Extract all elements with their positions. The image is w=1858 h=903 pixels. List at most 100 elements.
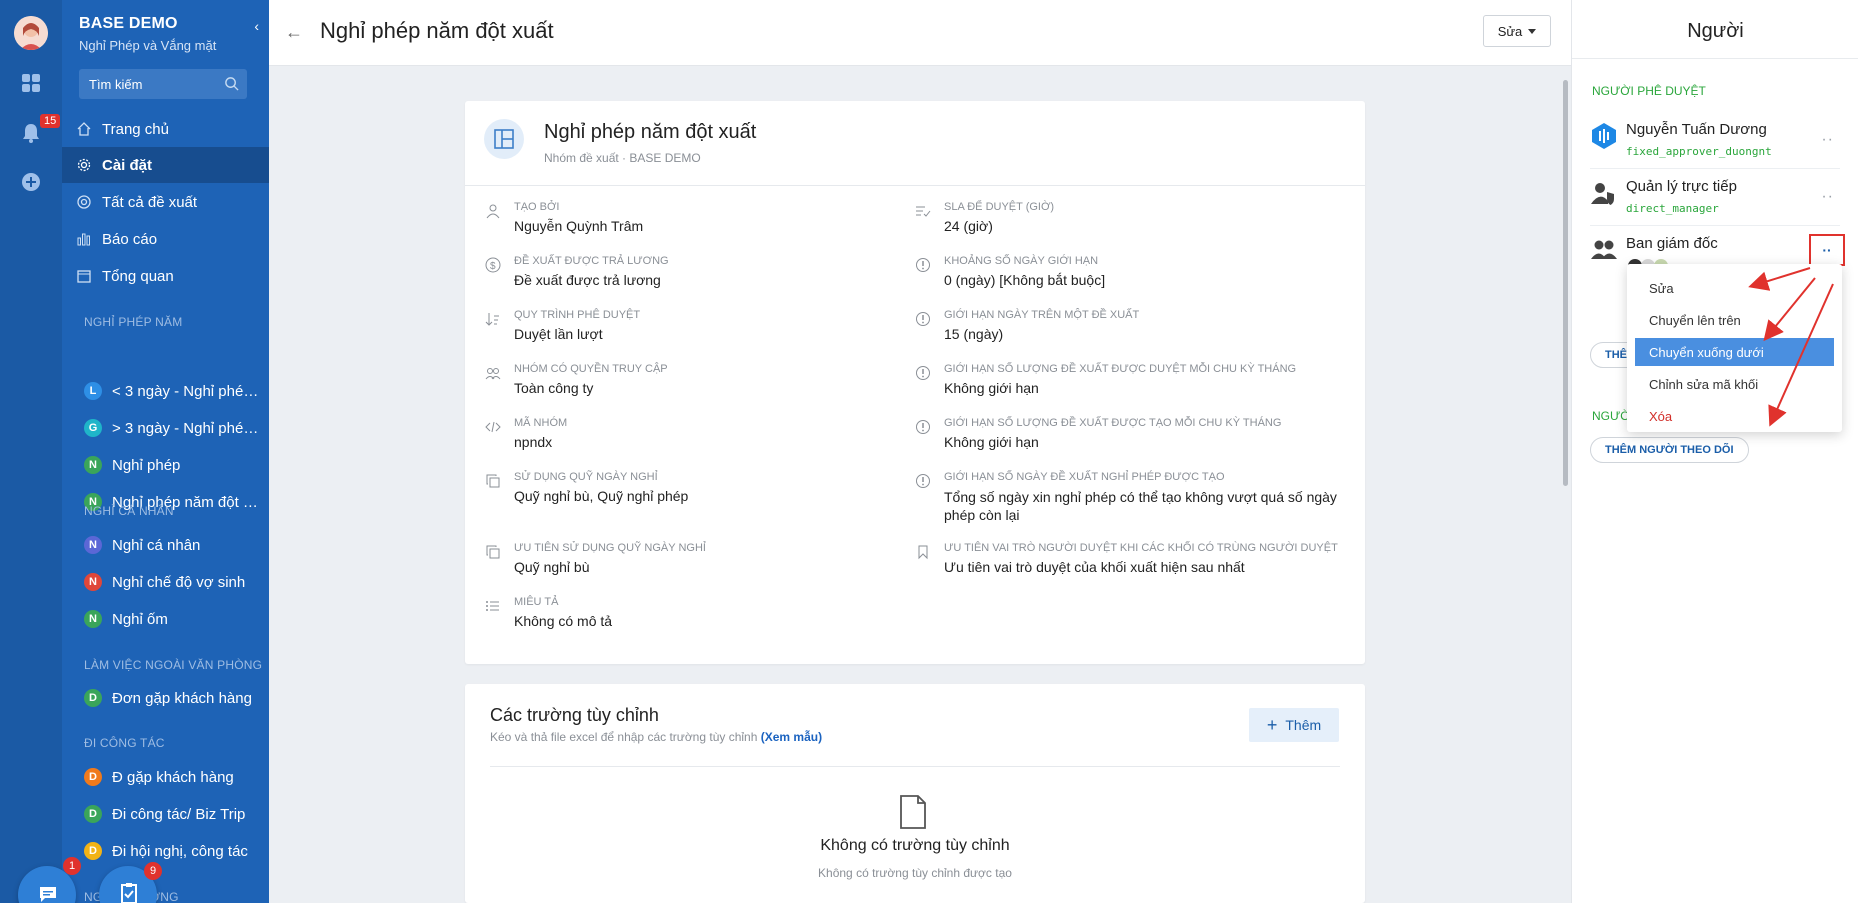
empty-state-title: Không có trường tùy chỉnh	[820, 837, 1010, 854]
view-sample-link[interactable]: (Xem mẫu)	[761, 730, 822, 744]
field-value: Toàn công ty	[514, 380, 594, 396]
info-icon	[916, 366, 930, 380]
group-item[interactable]: D Đơn gặp khách hàng	[62, 680, 269, 716]
user-avatar[interactable]	[14, 16, 48, 50]
nav-label: Tất cả đề xuất	[102, 193, 198, 211]
group-item[interactable]: N Nghỉ chế độ vợ sinh	[62, 564, 269, 600]
menu-item-delete[interactable]: Xóa	[1635, 402, 1834, 430]
nav-overview[interactable]: Tổng quan	[62, 258, 269, 294]
group-label: Nghỉ chế độ vợ sinh	[112, 573, 246, 591]
bar-chart-icon	[77, 233, 90, 246]
field-label: ƯU TIÊN SỬ DỤNG QUỸ NGÀY NGHỈ	[514, 542, 706, 554]
empty-state-subtitle: Không có trường tùy chỉnh được tạo	[818, 866, 1012, 880]
copy-icon	[486, 474, 500, 488]
field-value: Nguyễn Quỳnh Trâm	[514, 218, 644, 234]
workspace-subtitle: Nghỉ Phép và Vắng mặt	[79, 38, 217, 53]
scrollbar-thumb[interactable]	[1563, 80, 1568, 486]
more-options-button-highlighted[interactable]: ··	[1809, 234, 1845, 266]
search-placeholder: Tìm kiếm	[89, 77, 143, 92]
group-label: < 3 ngày - Nghỉ phép năm	[112, 382, 262, 400]
group-letter-badge: N	[84, 610, 102, 628]
group-item[interactable]: L < 3 ngày - Nghỉ phép năm	[62, 373, 269, 409]
group-letter-badge: D	[84, 805, 102, 823]
section-personal-leave: NGHỈ CÁ NHÂN	[84, 504, 174, 518]
people-panel: Người NGƯỜI PHÊ DUYỆT Nguyễn Tuấn Dương …	[1571, 0, 1858, 903]
field-value: Tổng số ngày xin nghỉ phép có thể tạo kh…	[944, 489, 1337, 523]
add-custom-field-button[interactable]: + Thêm	[1249, 708, 1339, 742]
edit-label: Sửa	[1497, 23, 1523, 39]
field-value: npndx	[514, 434, 553, 450]
menu-item-edit[interactable]: Sửa	[1635, 274, 1834, 302]
people-title: Người	[1687, 20, 1744, 42]
field-label: GIỚI HẠN SỐ NGÀY ĐỀ XUẤT NGHỈ PHÉP ĐƯỢC …	[944, 471, 1225, 483]
layout-icon	[484, 119, 524, 159]
add-follower-button[interactable]: THÊM NGƯỜI THEO DÕI	[1590, 437, 1749, 463]
user-icon	[486, 204, 500, 219]
search-icon	[225, 77, 239, 91]
more-options-icon[interactable]: ··	[1821, 188, 1834, 206]
sidebar-search[interactable]: Tìm kiếm	[79, 69, 247, 99]
group-label: Đi hội nghị, công tác	[112, 842, 248, 860]
nav-all-requests[interactable]: Tất cả đề xuất	[62, 184, 269, 220]
clipboard-check-icon	[121, 883, 137, 903]
info-icon	[916, 420, 930, 434]
menu-item-move-up[interactable]: Chuyển lên trên	[1635, 306, 1834, 334]
approver-options-menu: Sửa Chuyển lên trên Chuyển xuống dưới Ch…	[1627, 264, 1842, 432]
approver-name: Quản lý trực tiếp	[1626, 178, 1737, 195]
sort-icon	[485, 313, 499, 326]
field-value: Duyệt lần lượt	[514, 326, 603, 342]
group-item[interactable]: D Đ gặp khách hàng	[62, 759, 269, 795]
field-value: Ưu tiên vai trò duyệt của khối xuất hiện…	[944, 559, 1245, 575]
svg-text:$: $	[490, 261, 496, 272]
group-item[interactable]: D Đi hội nghị, công tác	[62, 833, 269, 869]
group-letter-badge: N	[84, 573, 102, 591]
info-icon	[916, 474, 930, 488]
group-label: > 3 ngày - Nghỉ phép năm	[112, 419, 262, 437]
approver-row: Quản lý trực tiếp direct_manager ··	[1590, 170, 1840, 226]
info-icon	[916, 312, 930, 326]
apps-grid-icon[interactable]	[19, 71, 43, 95]
group-letter-badge: D	[84, 768, 102, 786]
nav-settings[interactable]: Cài đặt	[62, 147, 269, 183]
list-icon	[486, 601, 499, 611]
plus-icon: +	[1266, 715, 1278, 735]
section-business-trip: ĐI CÔNG TÁC	[84, 736, 165, 750]
home-icon	[77, 122, 91, 136]
custom-fields-title: Các trường tùy chỉnh	[490, 705, 659, 725]
edit-dropdown-button[interactable]: Sửa	[1483, 15, 1551, 47]
gear-icon	[77, 158, 91, 172]
approvers-heading: NGƯỜI PHÊ DUYỆT	[1592, 84, 1706, 98]
field-value: Không có mô tả	[514, 613, 613, 629]
copy-icon	[486, 545, 500, 559]
chat-badge: 1	[63, 857, 81, 875]
group-label: Đ gặp khách hàng	[112, 768, 234, 786]
custom-fields-subtitle: Kéo và thả file excel để nhập các trường…	[490, 730, 822, 744]
field-label: QUY TRÌNH PHÊ DUYỆT	[514, 309, 641, 321]
nav-reports[interactable]: Báo cáo	[62, 221, 269, 257]
group-item[interactable]: N Nghỉ phép	[62, 447, 269, 483]
field-label: TẠO BỞI	[514, 201, 560, 213]
back-arrow-icon[interactable]: ←	[285, 22, 303, 43]
collapse-sidebar-icon[interactable]: ‹	[254, 18, 259, 34]
field-value: 15 (ngày)	[944, 326, 1004, 342]
code-icon	[485, 421, 501, 433]
more-options-icon[interactable]: ··	[1821, 131, 1834, 149]
group-item[interactable]: N Nghỉ ốm	[62, 601, 269, 637]
menu-item-move-down[interactable]: Chuyển xuống dưới	[1635, 338, 1834, 366]
group-item[interactable]: G > 3 ngày - Nghỉ phép năm	[62, 410, 269, 446]
menu-item-edit-block-code[interactable]: Chỉnh sửa mã khối	[1635, 370, 1834, 398]
group-letter-badge: N	[84, 456, 102, 474]
divider	[1572, 58, 1858, 59]
field-value: Không giới hạn	[944, 380, 1039, 396]
group-item[interactable]: N Nghỉ cá nhân	[62, 527, 269, 563]
nav-home[interactable]: Trang chủ	[62, 111, 269, 147]
group-item[interactable]: D Đi công tác/ Biz Trip	[62, 796, 269, 832]
add-circle-icon[interactable]	[19, 170, 43, 194]
section-annual-leave: NGHỈ PHÉP NĂM	[84, 315, 183, 329]
field-label: GIỚI HẠN SỐ LƯỢNG ĐỀ XUẤT ĐƯỢC DUYỆT MỖI…	[944, 363, 1297, 375]
add-label: Thêm	[1285, 717, 1322, 733]
field-value: Quỹ nghỉ bù, Quỹ nghỉ phép	[514, 488, 689, 504]
field-value: Không giới hạn	[944, 434, 1039, 450]
calendar-icon	[77, 270, 91, 283]
nav-label: Tổng quan	[102, 267, 174, 285]
